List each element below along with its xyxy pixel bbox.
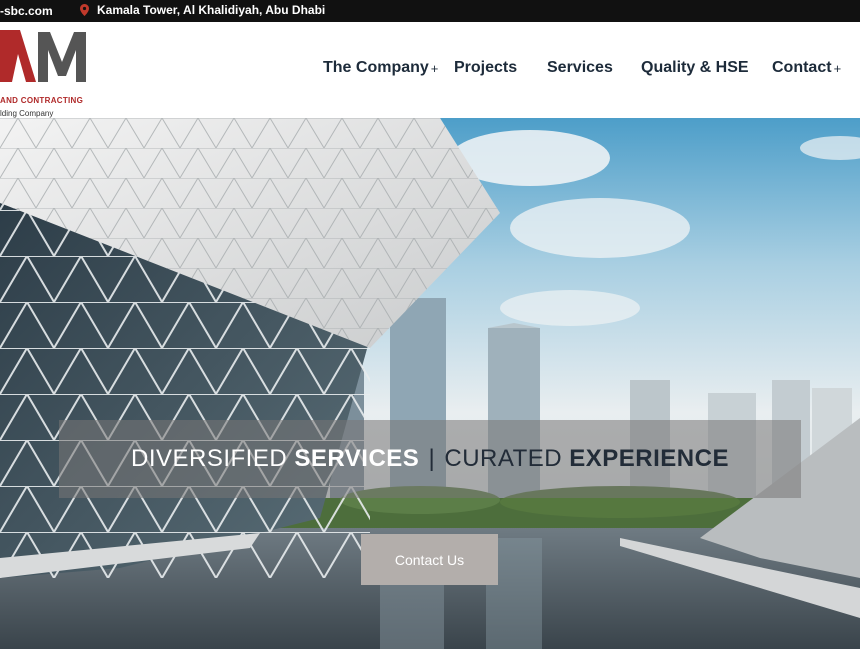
email-link[interactable]: -sbc.com	[0, 4, 53, 18]
location-text: Kamala Tower, Al Khalidiyah, Abu Dhabi	[97, 3, 326, 17]
headline-part1-bold: SERVICES	[294, 445, 420, 472]
site-header: AND CONTRACTING lding Company The Compan…	[0, 22, 860, 118]
plus-icon: +	[430, 60, 439, 76]
logo-tagline: AND CONTRACTING	[0, 96, 84, 105]
headline-part2-bold: EXPERIENCE	[569, 445, 729, 472]
hero-banner: DIVERSIFIED SERVICES | CURATED EXPERIENC…	[59, 420, 801, 498]
nav-label: Quality & HSE	[641, 59, 749, 76]
headline-part2-thin: CURATED	[444, 445, 570, 472]
nav-item-contact[interactable]: Contact +	[772, 59, 841, 77]
hero-section: DIVERSIFIED SERVICES | CURATED EXPERIENC…	[0, 118, 860, 649]
nav-item-services[interactable]: Services	[547, 59, 613, 77]
logo-subtitle: lding Company	[0, 109, 54, 118]
nav-label: Contact	[772, 59, 832, 76]
nav-item-quality-hse[interactable]: Quality & HSE	[641, 59, 749, 77]
top-info-bar: -sbc.com Kamala Tower, Al Khalidiyah, Ab…	[0, 0, 860, 22]
map-pin-icon	[80, 4, 89, 16]
contact-us-button[interactable]: Contact Us	[361, 534, 498, 585]
nav-label: Projects	[454, 59, 518, 76]
headline-part1-thin: DIVERSIFIED	[131, 445, 295, 472]
headline-separator: |	[428, 445, 436, 472]
nav-label: The Company	[323, 59, 429, 76]
hero-headline: DIVERSIFIED SERVICES | CURATED EXPERIENC…	[131, 445, 729, 473]
plus-icon: +	[833, 60, 842, 76]
location-info: Kamala Tower, Al Khalidiyah, Abu Dhabi	[80, 3, 325, 17]
main-nav: The Company + Projects Services Quality …	[0, 59, 860, 83]
nav-item-projects[interactable]: Projects	[454, 59, 517, 77]
nav-label: Services	[547, 59, 613, 76]
nav-item-the-company[interactable]: The Company +	[323, 59, 438, 77]
